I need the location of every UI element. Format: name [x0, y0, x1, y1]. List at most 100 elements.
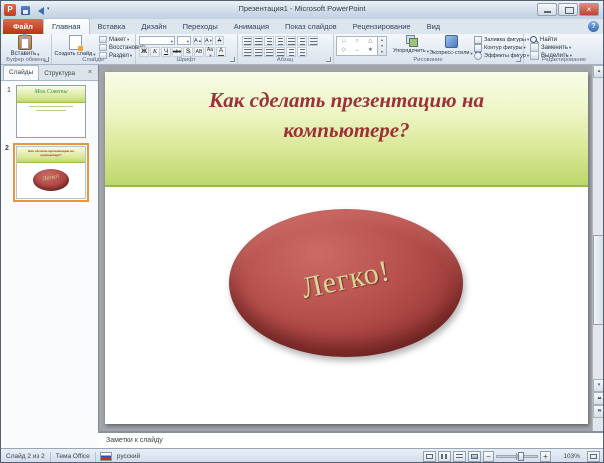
ribbon-group-slides: Создать слайд▾ Макет▾ Восстановить Разде… — [51, 34, 136, 64]
slide-2-number: 2 — [5, 145, 9, 152]
paste-button[interactable]: Вставить▾ — [8, 35, 42, 58]
vertical-scrollbar[interactable]: ▴ ▾ ▴▴ ▾▾ — [592, 65, 604, 431]
align-center-button[interactable] — [253, 47, 263, 57]
italic-button[interactable]: К — [150, 47, 160, 57]
layout-icon — [99, 36, 107, 43]
minimize-button[interactable] — [537, 3, 557, 16]
chevron-down-icon: ▾ — [470, 51, 472, 56]
replace-button[interactable]: Заменить▾ — [530, 44, 572, 51]
scroll-down-button[interactable]: ▾ — [593, 379, 604, 392]
clear-formatting-button[interactable]: А — [215, 36, 224, 45]
slide-sorter-view-button[interactable] — [438, 451, 451, 462]
align-left-button[interactable] — [242, 47, 252, 57]
font-color-button[interactable]: А — [216, 47, 226, 57]
font-name-combo[interactable]: ▾ — [139, 36, 175, 45]
strikethrough-button[interactable]: abc — [172, 47, 182, 57]
reading-view-button[interactable] — [453, 451, 466, 462]
help-button[interactable]: ? — [588, 21, 599, 32]
gallery-more-icon[interactable]: ▾ — [378, 49, 386, 55]
tab-review[interactable]: Рецензирование — [345, 20, 419, 34]
dialog-launcher-icon[interactable] — [326, 57, 331, 62]
zoom-out-button[interactable]: − — [483, 451, 494, 462]
arrow-shape-icon[interactable]: → — [350, 46, 363, 55]
next-slide-button[interactable]: ▾▾ — [593, 405, 604, 418]
fit-to-window-button[interactable] — [587, 451, 600, 462]
tab-slides-thumbnails[interactable]: Слайды — [3, 65, 39, 80]
tab-animations[interactable]: Анимация — [226, 20, 277, 34]
slides-group-label: Слайды — [51, 57, 135, 63]
arrange-button[interactable]: Упорядочить▾ — [393, 35, 429, 55]
zoom-slider-thumb[interactable] — [518, 452, 524, 461]
new-slide-button[interactable]: Создать слайд▾ — [53, 35, 97, 58]
line-spacing-button[interactable] — [286, 36, 296, 46]
dialog-launcher-icon[interactable] — [230, 57, 235, 62]
slide-canvas[interactable]: Как сделать презентацию на компьютере? Л… — [105, 72, 588, 424]
numbering-button[interactable] — [253, 36, 263, 46]
shrink-font-button[interactable]: А▾ — [204, 36, 213, 45]
dialog-launcher-icon[interactable] — [44, 57, 49, 62]
tab-file[interactable]: Файл — [3, 19, 43, 34]
zoom-slider[interactable] — [496, 451, 538, 462]
tab-slideshow[interactable]: Показ слайдов — [277, 20, 345, 34]
zoom-level[interactable]: 103% — [553, 453, 585, 460]
tab-home[interactable]: Главная — [43, 18, 90, 34]
align-text-button[interactable] — [308, 36, 318, 46]
rectangle-shape-icon[interactable]: □ — [337, 37, 350, 46]
zoom-slider-notch — [516, 453, 517, 460]
line-spacing-icon — [288, 38, 295, 45]
slideshow-view-button[interactable] — [468, 451, 481, 462]
tab-transitions[interactable]: Переходы — [175, 20, 226, 34]
shapes-gallery-scrollbar[interactable]: ▴ ▾ ▾ — [378, 36, 387, 56]
quick-styles-icon — [445, 35, 458, 48]
normal-view-button[interactable] — [423, 451, 436, 462]
shape-outline-button[interactable]: Контур фигуры▾ — [474, 44, 529, 51]
previous-slide-button[interactable]: ▴▴ — [593, 392, 604, 405]
slide-title[interactable]: Как сделать презентацию на компьютере? — [105, 72, 588, 145]
align-right-button[interactable] — [264, 47, 274, 57]
quick-styles-button[interactable]: Экспресс-стили▾ — [430, 35, 472, 57]
slide-2-thumbnail[interactable]: Как сделать презентацию на компьютере? Л… — [13, 143, 89, 202]
underline-button[interactable]: Ч — [161, 47, 171, 57]
diamond-shape-icon[interactable]: ◇ — [337, 46, 350, 55]
window-title: Презентация1 - Microsoft PowerPoint — [1, 4, 603, 13]
scroll-up-button[interactable]: ▴ — [593, 65, 604, 78]
slide-ellipse-shape[interactable]: Легко! — [229, 209, 463, 357]
maximize-button[interactable] — [558, 3, 578, 16]
zoom-in-button[interactable]: + — [540, 451, 551, 462]
shape-fill-button[interactable]: Заливка фигуры▾ — [474, 36, 529, 43]
justify-button[interactable] — [275, 47, 285, 57]
tab-insert[interactable]: Вставка — [90, 20, 134, 34]
theme-name[interactable]: Тема Office — [51, 453, 95, 460]
increase-indent-button[interactable] — [275, 36, 285, 46]
tab-design[interactable]: Дизайн — [133, 20, 174, 34]
title-bar[interactable]: P ▾ Презентация1 - Microsoft PowerPoint … — [1, 1, 603, 20]
grow-font-button[interactable]: А▴ — [193, 36, 202, 45]
close-button[interactable]: × — [579, 3, 599, 16]
scrollbar-thumb[interactable] — [593, 235, 604, 325]
star-shape-icon[interactable]: ★ — [364, 46, 377, 55]
smartart-button[interactable] — [297, 47, 307, 57]
font-size-combo[interactable]: ▾ — [177, 36, 191, 45]
slide-1-thumbnail[interactable]: Мои Советы — [16, 85, 86, 138]
tab-outline[interactable]: Структура — [39, 67, 80, 80]
tab-view[interactable]: Вид — [419, 20, 449, 34]
decrease-indent-button[interactable] — [264, 36, 274, 46]
ellipse-shape-icon[interactable]: ○ — [350, 37, 363, 46]
shapes-gallery[interactable]: □ ○ △ ◇ → ★ — [336, 36, 378, 56]
bold-button[interactable]: Ж — [139, 47, 149, 57]
triangle-shape-icon[interactable]: △ — [364, 37, 377, 46]
columns-button[interactable] — [286, 47, 296, 57]
language-indicator[interactable]: русский — [112, 453, 145, 460]
slide-title-band[interactable]: Как сделать презентацию на компьютере? — [105, 72, 588, 187]
zoom-slider-track[interactable] — [496, 455, 538, 458]
text-shadow-button[interactable]: S — [183, 47, 193, 57]
text-direction-button[interactable] — [297, 36, 307, 46]
character-spacing-button[interactable]: АВ — [194, 47, 204, 57]
change-case-button[interactable]: Аа▾ — [205, 47, 215, 57]
notes-pane[interactable]: Заметки к слайду — [98, 431, 604, 448]
panel-close-icon[interactable]: × — [85, 68, 95, 78]
dialog-launcher-icon[interactable] — [516, 57, 521, 62]
find-button[interactable]: Найти — [530, 36, 572, 43]
bullets-button[interactable] — [242, 36, 252, 46]
chevron-down-icon: ▾ — [127, 37, 129, 42]
